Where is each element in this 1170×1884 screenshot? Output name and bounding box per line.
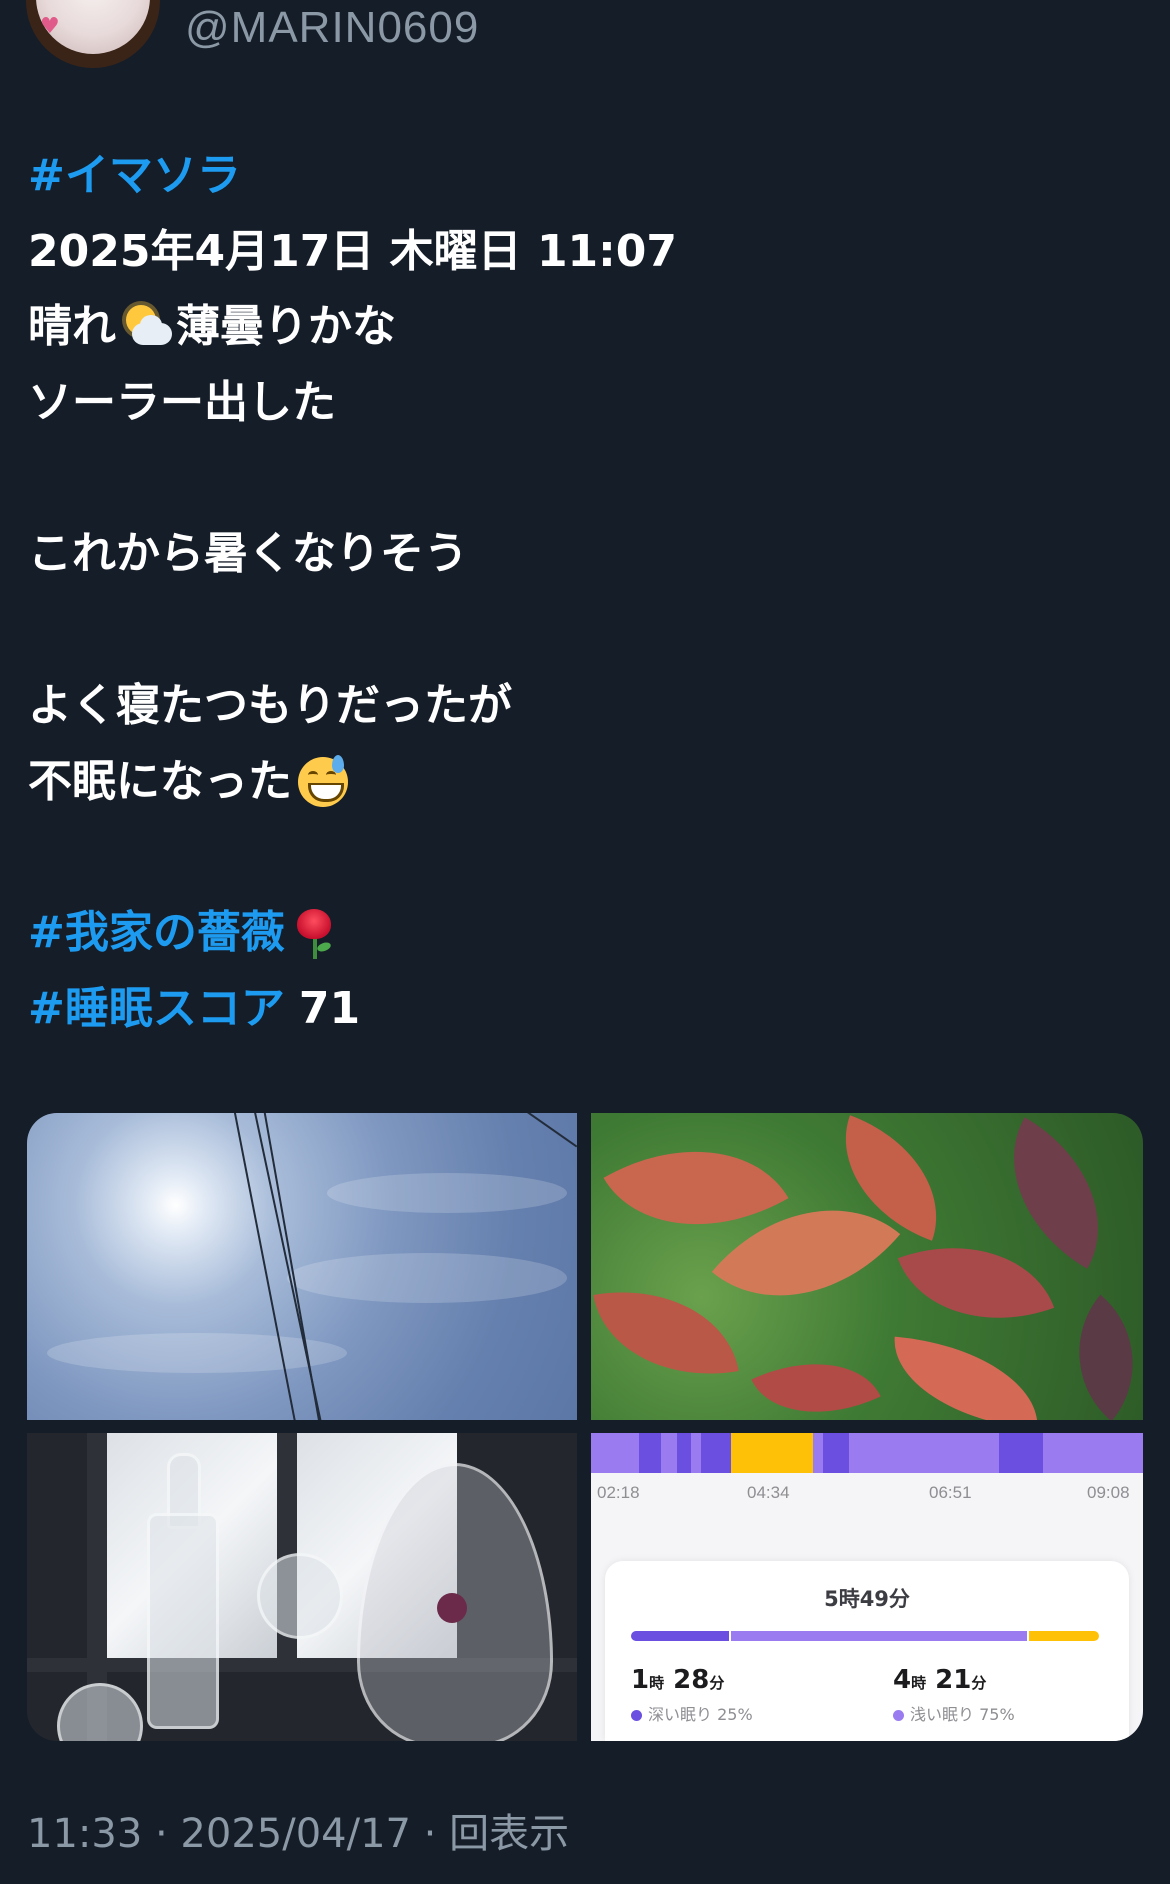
media-grid: 02:18 04:34 06:51 09:08 5時49分 1時 28分 深い眠… xyxy=(27,1113,1143,1741)
user-handle[interactable]: @MARIN0609 xyxy=(185,0,479,56)
weather-text-b: 薄曇りかな xyxy=(176,301,396,353)
awake-bar xyxy=(1029,1631,1099,1641)
tweet-meta: 11:33 · 2025/04/17 · 回表示 xyxy=(27,1811,570,1857)
light-sleep-label: 浅い眠り 75% xyxy=(893,1701,1015,1725)
photo-storm-glass[interactable] xyxy=(27,1433,577,1741)
sleep-chart[interactable]: 02:18 04:34 06:51 09:08 5時49分 1時 28分 深い眠… xyxy=(591,1433,1143,1741)
sleep-summary-card: 5時49分 1時 28分 深い眠り 25% 4時 21分 浅い眠り 75% xyxy=(605,1561,1129,1741)
tick-label: 04:34 xyxy=(747,1483,790,1502)
tweet-line-sleep2: 不眠になった xyxy=(28,755,292,807)
hashtag-imasora[interactable]: #イマソラ xyxy=(28,138,241,214)
avatar[interactable]: ♥ ♥ xyxy=(26,0,160,68)
light-sleep-bar xyxy=(731,1631,1027,1641)
hashtag-rose[interactable]: #我家の薔薇 xyxy=(28,895,285,971)
photo-sky[interactable] xyxy=(27,1113,577,1420)
grinning-sweat-icon xyxy=(296,755,348,808)
tweet-datetime: 2025年4月17日 木曜日 11:07 xyxy=(28,225,677,277)
tick-label: 06:51 xyxy=(929,1483,972,1502)
heart-icon: ♥ xyxy=(40,14,60,39)
deep-sleep-bar xyxy=(631,1631,729,1641)
weather-text-a: 晴れ xyxy=(28,301,116,353)
tweet-line-hot: これから暑くなりそう xyxy=(28,528,468,580)
glass-float xyxy=(437,1593,467,1623)
light-sleep-duration: 4時 21分 xyxy=(893,1665,987,1695)
sleep-score-value: 71 xyxy=(298,982,361,1034)
sun-behind-cloud-icon xyxy=(120,301,172,353)
sleep-total: 5時49分 xyxy=(824,1587,910,1611)
rose-icon xyxy=(289,907,341,959)
tweet-line-sleep1: よく寝たつもりだったが xyxy=(28,679,512,731)
deep-sleep-label: 深い眠り 25% xyxy=(631,1701,753,1725)
deep-sleep-duration: 1時 28分 xyxy=(631,1665,725,1695)
photo-rose-leaves[interactable] xyxy=(591,1113,1143,1420)
awake-segment xyxy=(731,1433,813,1473)
tick-label: 02:18 xyxy=(597,1483,640,1502)
tweet-text: #イマソラ 2025年4月17日 木曜日 11:07 晴れ 薄曇りかな ソーラー… xyxy=(28,138,1128,1046)
tweet-line-solar: ソーラー出した xyxy=(28,377,336,429)
tick-label: 09:08 xyxy=(1087,1483,1130,1502)
hashtag-sleep-score[interactable]: #睡眠スコア xyxy=(28,971,285,1047)
avatar-image: ♥ ♥ xyxy=(36,0,150,54)
sleep-timeline xyxy=(591,1433,1143,1473)
